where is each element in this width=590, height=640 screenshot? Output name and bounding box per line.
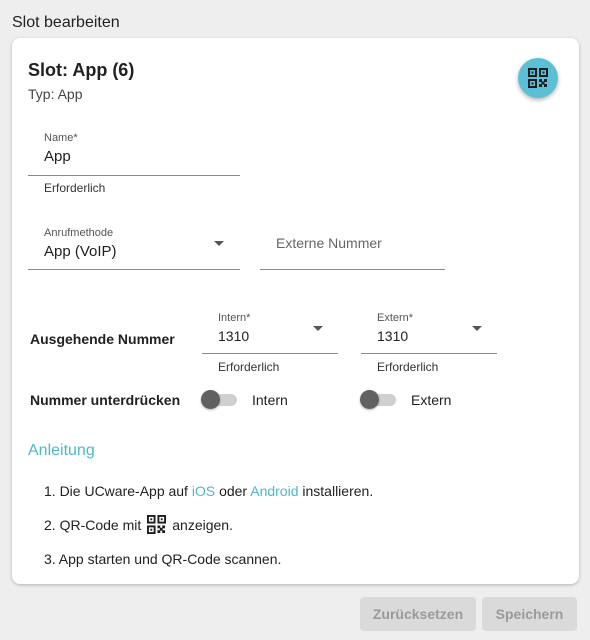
outgoing-extern-value: 1310 [377, 328, 409, 344]
qr-code-icon [528, 68, 548, 88]
guide-step-3: 3. App starten und QR-Code scannen. [44, 551, 282, 567]
slot-title: Slot: App (6) [28, 60, 135, 80]
call-method-select[interactable]: Anrufmethode App (VoIP) [28, 225, 240, 271]
guide-step-1: 1. Die UCware-App auf iOS oder Android i… [44, 483, 373, 499]
suppress-extern-label: Extern [411, 392, 452, 408]
step-1-prefix: 1. Die UCware-App auf [44, 483, 188, 499]
chevron-down-icon [472, 326, 482, 331]
guide-heading[interactable]: Anleitung [28, 442, 95, 460]
outgoing-number-label: Ausgehende Nummer [30, 331, 175, 347]
external-number-underline [260, 269, 445, 270]
ios-link[interactable]: iOS [192, 483, 215, 499]
page-title: Slot bearbeiten [12, 14, 120, 31]
suppress-extern-toggle[interactable] [360, 389, 396, 409]
outgoing-intern-label: Intern* [218, 312, 251, 324]
external-number-input[interactable]: Externe Nummer [260, 225, 445, 271]
external-number-placeholder: Externe Nummer [276, 235, 382, 251]
name-field-underline [28, 175, 240, 176]
slot-type: Typ: App [28, 86, 83, 102]
qr-code-button[interactable] [518, 58, 558, 98]
suppress-number-label: Nummer unterdrücken [30, 392, 181, 408]
outgoing-extern-underline [361, 353, 497, 354]
step-2-prefix: 2. QR-Code mit [44, 517, 142, 533]
toggle-knob [360, 390, 379, 409]
outgoing-extern-select[interactable]: Extern* 1310 Erforderlich [361, 310, 497, 376]
qr-code-icon [147, 515, 167, 537]
name-field-value[interactable]: App [44, 148, 71, 165]
outgoing-intern-select[interactable]: Intern* 1310 Erforderlich [202, 310, 338, 376]
outgoing-intern-hint: Erforderlich [218, 360, 280, 374]
call-method-value: App (VoIP) [44, 243, 117, 260]
toggle-knob [201, 390, 220, 409]
guide-step-2: 2. QR-Code mit anzeigen. [44, 515, 233, 537]
step-2-suffix: anzeigen. [172, 517, 233, 533]
outgoing-intern-value: 1310 [218, 328, 250, 344]
save-button[interactable]: Speichern [482, 597, 577, 631]
slot-card: Slot: App (6) Typ: App Name* App Erforde… [12, 38, 579, 584]
step-1-middle: oder [219, 483, 248, 499]
android-link[interactable]: Android [250, 483, 298, 499]
suppress-intern-toggle[interactable] [201, 389, 237, 409]
outgoing-extern-label: Extern* [377, 312, 414, 324]
call-method-underline [28, 269, 240, 270]
outgoing-extern-hint: Erforderlich [377, 360, 439, 374]
step-1-suffix: installieren. [302, 483, 374, 499]
suppress-intern-label: Intern [252, 392, 288, 408]
name-field[interactable]: Name* App Erforderlich [28, 130, 240, 200]
call-method-label: Anrufmethode [44, 227, 114, 239]
name-field-label: Name* [44, 132, 78, 144]
name-field-hint: Erforderlich [44, 181, 106, 195]
chevron-down-icon [214, 241, 224, 246]
reset-button[interactable]: Zurücksetzen [360, 597, 476, 631]
outgoing-intern-underline [202, 353, 338, 354]
chevron-down-icon [313, 326, 323, 331]
